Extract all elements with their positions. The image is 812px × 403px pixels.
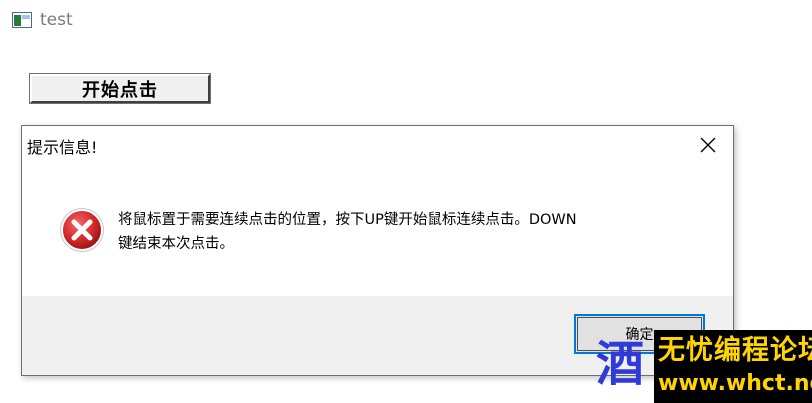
close-icon[interactable] — [697, 134, 719, 156]
watermark-url: www.whct.net — [658, 371, 812, 396]
dialog-message: 将鼠标置于需要连续点击的位置，按下UP键开始鼠标连续点击。DOWN键结束本次点击… — [118, 212, 577, 252]
start-click-button[interactable]: 开始点击 — [30, 74, 210, 103]
watermark-char: 酒 — [596, 336, 645, 392]
dialog-title: 提示信息! — [27, 138, 98, 157]
watermark-name: 无忧编程论坛 — [658, 335, 812, 366]
app-title-bar: test — [12, 9, 73, 31]
window-app-icon — [12, 12, 32, 28]
watermark-logo: 酒 无忧编程论坛 www.whct.net — [596, 330, 812, 403]
app-title: test — [40, 10, 73, 30]
dialog-body: 将鼠标置于需要连续点击的位置，按下UP键开始鼠标连续点击。DOWN键结束本次点击… — [22, 164, 733, 296]
error-icon — [60, 208, 104, 252]
